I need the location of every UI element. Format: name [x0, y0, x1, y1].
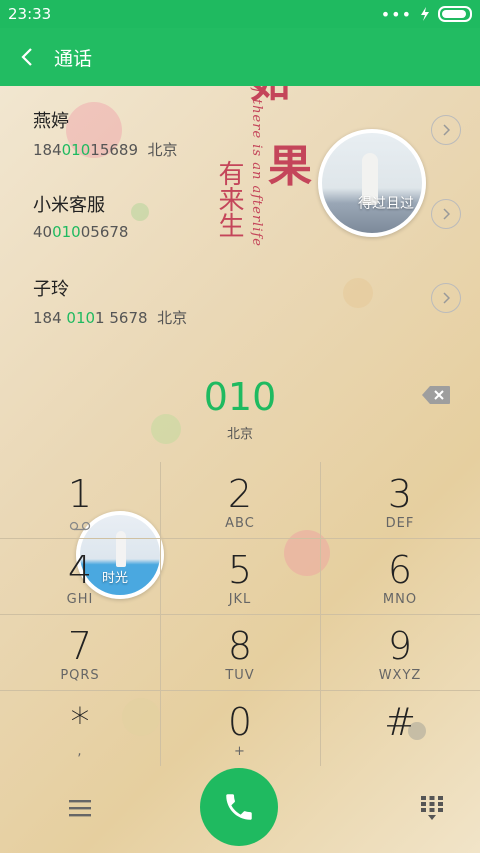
key-6[interactable]: 6 MNO	[320, 538, 480, 614]
key-8[interactable]: 8 TUV	[160, 614, 320, 690]
key-3[interactable]: 3 DEF	[320, 462, 480, 538]
contact-name: 子玲	[33, 279, 69, 300]
contact-detail-button[interactable]	[431, 115, 461, 145]
bottom-bar	[0, 766, 480, 853]
phone-icon	[226, 794, 252, 820]
dialpad-icon	[421, 796, 443, 820]
status-bar: 23:33 •••	[0, 0, 480, 28]
key-5[interactable]: 5 JKL	[160, 538, 320, 614]
key-7[interactable]: 7 PQRS	[0, 614, 160, 690]
contact-item[interactable]: 小米客服 4001005678	[33, 191, 453, 241]
key-star[interactable]: * ,	[0, 690, 160, 766]
key-4[interactable]: 4 GHI	[0, 538, 160, 614]
key-digit: 7	[67, 624, 93, 668]
chevron-right-icon	[443, 124, 450, 136]
status-icons: •••	[381, 5, 472, 24]
contact-number: 18401015689 北京	[33, 141, 178, 159]
key-digit: *	[70, 700, 90, 744]
contact-location: 北京	[157, 309, 188, 327]
contact-name: 小米客服	[33, 195, 105, 216]
contact-location: 北京	[147, 141, 178, 159]
chevron-right-icon	[443, 292, 450, 304]
key-0[interactable]: 0 +	[160, 690, 320, 766]
key-letters: ,	[77, 744, 83, 759]
key-letters: DEF	[385, 516, 415, 531]
key-digit: 1	[67, 472, 93, 516]
battery-icon	[438, 6, 472, 22]
backspace-button[interactable]	[421, 385, 451, 405]
contact-detail-button[interactable]	[431, 199, 461, 229]
key-letters: PQRS	[60, 668, 100, 683]
key-9[interactable]: 9 WXYZ	[320, 614, 480, 690]
key-1[interactable]: 1	[0, 462, 160, 538]
key-letters: WXYZ	[378, 668, 422, 683]
contact-item[interactable]: 燕婷 18401015689 北京	[33, 107, 453, 160]
chevron-right-icon	[443, 208, 450, 220]
back-chevron-icon	[21, 48, 32, 66]
dial-entry: 010 北京	[0, 375, 480, 442]
key-digit: 3	[387, 472, 413, 516]
voicemail-icon	[69, 521, 91, 531]
key-digit: 9	[387, 624, 413, 668]
back-button[interactable]	[0, 28, 54, 86]
page-title: 通话	[54, 47, 93, 70]
dialed-number: 010	[203, 375, 277, 419]
app-bar: 通话	[0, 28, 480, 86]
key-2[interactable]: 2 ABC	[160, 462, 320, 538]
dialer-screen: 果 如 有来生 f there is an afterlife 得过且过 时光 …	[0, 0, 480, 853]
key-digit: 4	[67, 548, 93, 592]
key-digit: 0	[227, 700, 253, 744]
dialpad: 1 2 ABC 3 DEF 4 GHI 5 JKL 6 MNO 7 PQRS 8	[0, 462, 480, 766]
key-digit: 5	[227, 548, 253, 592]
call-button[interactable]	[200, 768, 278, 846]
contact-number: 184 0101 5678 北京	[33, 309, 188, 327]
key-letters: +	[234, 744, 246, 759]
key-letters: GHI	[66, 592, 94, 607]
status-time: 23:33	[8, 5, 52, 23]
dialpad-toggle-button[interactable]	[412, 788, 452, 828]
key-digit: 8	[227, 624, 253, 668]
key-letters: MNO	[382, 592, 418, 607]
menu-button[interactable]	[60, 788, 100, 828]
contact-item[interactable]: 子玲 184 0101 5678 北京	[33, 275, 453, 328]
charging-bolt-icon	[421, 7, 429, 21]
key-digit: 2	[227, 472, 253, 516]
key-letters: TUV	[225, 668, 255, 683]
contact-name: 燕婷	[33, 111, 69, 132]
dialed-location: 北京	[226, 427, 253, 442]
backspace-icon	[422, 386, 450, 404]
key-letters: ABC	[225, 516, 255, 531]
more-dots-icon: •••	[380, 4, 412, 24]
contact-detail-button[interactable]	[431, 283, 461, 313]
key-digit: #	[384, 700, 416, 744]
key-letters: JKL	[228, 592, 252, 607]
key-digit: 6	[387, 548, 413, 592]
menu-icon	[69, 800, 91, 817]
contact-number: 4001005678	[33, 223, 129, 241]
key-hash[interactable]: #	[320, 690, 480, 766]
